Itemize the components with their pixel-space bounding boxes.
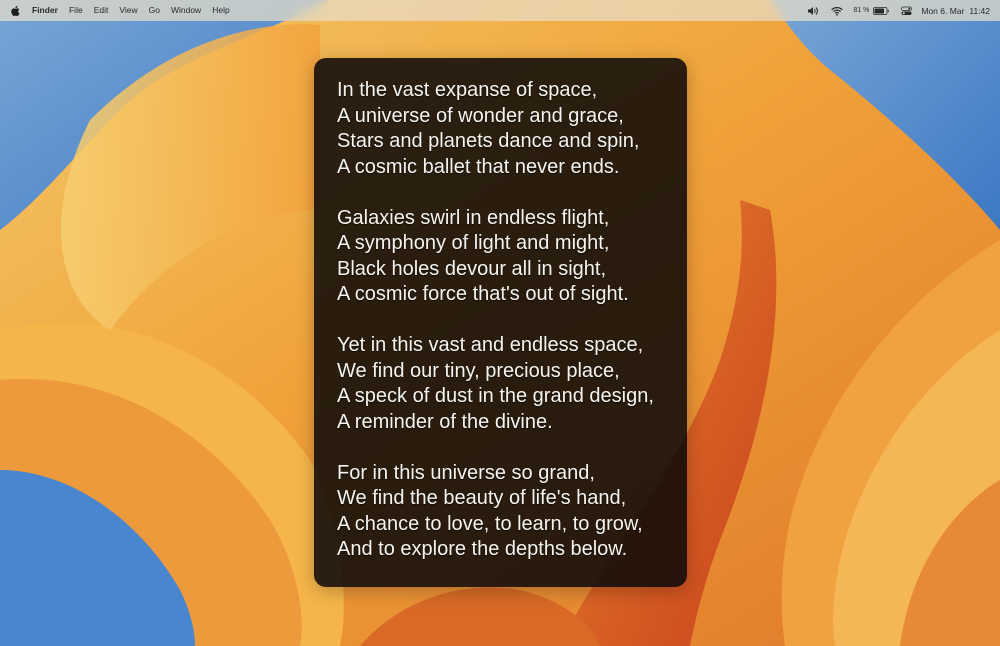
menu-view[interactable]: View (119, 0, 137, 21)
poem-line: Yet in this vast and endless space, (337, 334, 644, 356)
poem-line: Galaxies swirl in endless flight, (337, 206, 610, 229)
poem-stanza: For in this universe so grand, We find t… (337, 461, 687, 563)
menu-go[interactable]: Go (149, 0, 160, 21)
menu-bar-left: Finder File Edit View Go Window Help (0, 0, 241, 21)
poem-line: A speck of dust in the grand design, (337, 385, 654, 407)
control-center-icon[interactable] (901, 0, 913, 21)
poem-stanza: Yet in this vast and endless space, We f… (337, 333, 687, 435)
clock-time: 11:42 (969, 5, 990, 16)
poem-stanza: In the vast expanse of space, A universe… (337, 78, 687, 180)
menu-bar: Finder File Edit View Go Window Help 81 … (0, 0, 1000, 21)
poem-line: And to explore the depths below. (337, 538, 628, 560)
wifi-icon[interactable] (831, 0, 843, 21)
menu-app-finder[interactable]: Finder (32, 0, 58, 21)
menu-edit[interactable]: Edit (94, 0, 109, 21)
poem-line: A universe of wonder and grace, (337, 104, 624, 127)
poem-line: A cosmic force that's out of sight. (337, 283, 629, 305)
menu-bar-status: 81 % Mon 6. Mar 11:42 (797, 0, 1000, 21)
poem-stanza: Galaxies swirl in endless flight, A symp… (337, 206, 687, 308)
battery-icon[interactable] (873, 0, 890, 21)
poem-line: A chance to love, to learn, to grow, (337, 512, 643, 535)
poem-line: We find the beauty of life's hand, (337, 487, 627, 509)
poem-panel: In the vast expanse of space, A universe… (314, 58, 687, 587)
poem-line: A reminder of the divine. (337, 410, 553, 433)
poem-line: Stars and planets dance and spin, (337, 130, 640, 152)
poem-line: Black holes devour all in sight, (337, 257, 607, 280)
battery-percent: 81 % (853, 7, 870, 14)
poem-line: In the vast expanse of space, (337, 79, 598, 101)
poem-line: For in this universe so grand, (337, 461, 595, 484)
menu-window[interactable]: Window (171, 0, 201, 21)
poem-line: A cosmic ballet that never ends. (337, 155, 620, 178)
apple-icon[interactable] (10, 5, 22, 17)
poem-line: A symphony of light and might, (337, 232, 610, 254)
menu-help[interactable]: Help (212, 0, 229, 21)
poem-line: We find our tiny, precious place, (337, 359, 620, 382)
clock-date: Mon 6. Mar (921, 5, 965, 16)
menu-bar-clock[interactable]: Mon 6. Mar 11:42 (921, 6, 990, 16)
volume-icon[interactable] (807, 0, 819, 21)
menu-file[interactable]: File (69, 0, 83, 21)
